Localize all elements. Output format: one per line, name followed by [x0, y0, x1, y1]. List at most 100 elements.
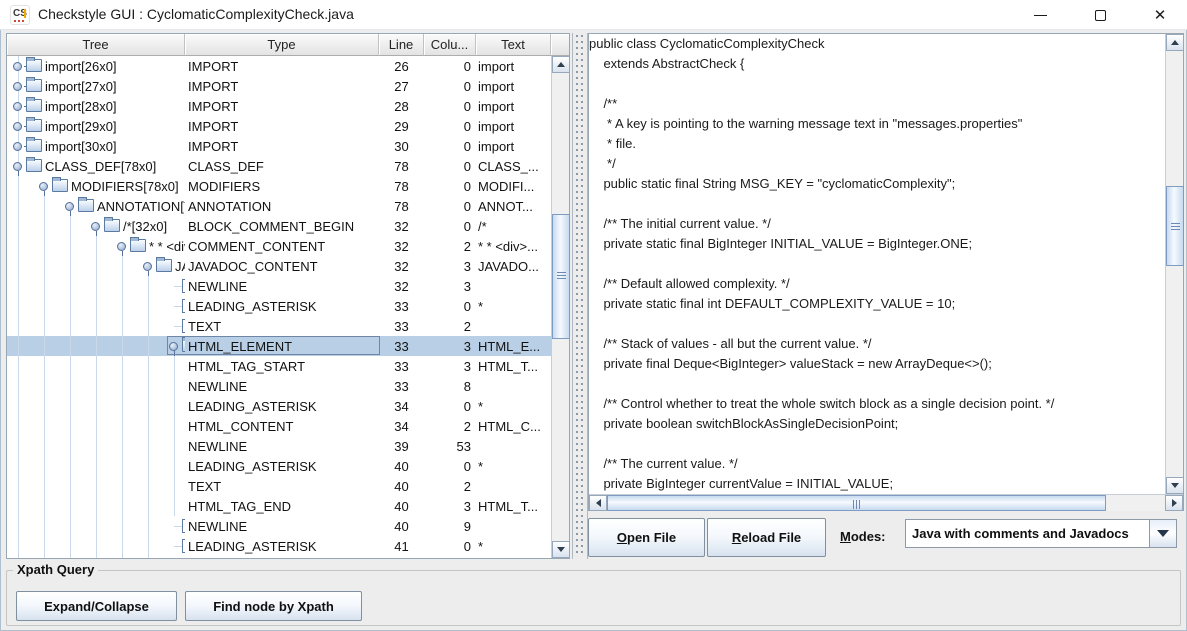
tree-guide-line: [122, 256, 123, 276]
table-row[interactable]: TEXT332: [7, 316, 551, 336]
code-hscrollbar-thumb[interactable]: [607, 495, 1106, 511]
expand-collapse-button[interactable]: Expand/Collapse: [16, 591, 177, 621]
table-row[interactable]: LEADING_ASTERISK410*: [7, 536, 551, 556]
tree-guide-line: [96, 376, 97, 396]
code-vertical-scrollbar[interactable]: [1165, 34, 1183, 494]
tree-expand-handle[interactable]: [13, 82, 22, 91]
table-row[interactable]: NEWLINE338: [7, 376, 551, 396]
arrow-down-icon: [557, 547, 565, 552]
tree-node-label: CLASS_DEF[78x0]: [45, 159, 156, 174]
tree-guide-line: [148, 456, 149, 476]
leaf-node-icon: [182, 279, 185, 293]
tree-scrollbar-thumb[interactable]: [552, 214, 570, 339]
table-row[interactable]: import[28x0]IMPORT280import: [7, 96, 551, 116]
tree-expand-handle[interactable]: [65, 202, 74, 211]
scrollbar-grip: [557, 272, 566, 280]
tree-guide-line: [148, 476, 149, 496]
close-button[interactable]: ✕: [1137, 0, 1183, 30]
column-header-column[interactable]: Colu...: [424, 34, 476, 56]
tree-guide-line: [44, 356, 45, 376]
text-cell: [476, 376, 551, 396]
table-row[interactable]: HTML_TAG_START333HTML_T...: [7, 356, 551, 376]
tree-cell: [7, 556, 185, 558]
table-row[interactable]: NEWLINE323: [7, 276, 551, 296]
tree-expand-handle[interactable]: [13, 142, 22, 151]
table-row[interactable]: HTML_TAG_END403HTML_T...: [7, 496, 551, 516]
table-row[interactable]: LEADING_ASTERISK400*: [7, 456, 551, 476]
column-header-type[interactable]: Type: [185, 34, 379, 56]
tree-node-label: JAVADOC_CONTENT: [175, 259, 185, 274]
code-line: /** Control whether to treat the whole s…: [589, 394, 1165, 414]
line-cell: 27: [379, 76, 424, 96]
code-scrollbar-thumb[interactable]: [1166, 186, 1184, 266]
tree-guide-line: [122, 556, 123, 558]
table-row[interactable]: LEADING_ASTERISK340*: [7, 396, 551, 416]
column-header-line[interactable]: Line: [379, 34, 424, 56]
tree-expand-handle[interactable]: [13, 102, 22, 111]
text-cell: *: [476, 536, 551, 556]
tree-expand-handle[interactable]: [39, 182, 48, 191]
tree-cell: [7, 376, 185, 396]
tree-expand-handle[interactable]: [13, 62, 22, 71]
reload-file-button[interactable]: Reload File: [707, 518, 826, 557]
xpath-query-title: Xpath Query: [13, 562, 98, 577]
table-row[interactable]: /*[32x0]BLOCK_COMMENT_BEGIN320/*: [7, 216, 551, 236]
table-row[interactable]: MODIFIERS[78x0]MODIFIERS780MODIFI...: [7, 176, 551, 196]
tree-scroll-up-button[interactable]: [552, 56, 570, 73]
line-cell: 40: [379, 456, 424, 476]
combobox-dropdown-button[interactable]: [1149, 520, 1176, 547]
tree-guide-line: [148, 336, 149, 356]
column-header-tree[interactable]: Tree: [7, 34, 185, 56]
tree-guide-line: [174, 396, 175, 416]
tree-expand-handle[interactable]: [117, 242, 126, 251]
code-scroll-down-button[interactable]: [1166, 477, 1184, 494]
table-row[interactable]: NEWLINE3953: [7, 436, 551, 456]
maximize-button[interactable]: [1077, 0, 1123, 30]
table-row[interactable]: [7, 556, 551, 558]
code-line: private static final int DEFAULT_COMPLEX…: [589, 294, 1165, 314]
code-scroll-right-button[interactable]: [1165, 495, 1183, 511]
tree-vertical-scrollbar[interactable]: [551, 56, 569, 558]
code-scroll-up-button[interactable]: [1166, 34, 1184, 51]
tree-expand-handle[interactable]: [13, 122, 22, 131]
code-viewer[interactable]: public class CyclomaticComplexityCheck e…: [589, 34, 1165, 494]
minimize-button[interactable]: [1017, 0, 1063, 30]
tree-guide-line: [96, 456, 97, 476]
table-row[interactable]: import[26x0]IMPORT260import: [7, 56, 551, 76]
table-row[interactable]: JAVADOC_CONTENTJAVADOC_CONTENT323JAVADO.…: [7, 256, 551, 276]
table-row[interactable]: CLASS_DEF[78x0]CLASS_DEF780CLASS_...: [7, 156, 551, 176]
leaf-node-icon: [182, 539, 185, 553]
table-row[interactable]: LEADING_ASTERISK330*: [7, 296, 551, 316]
tree-expand-handle[interactable]: [91, 222, 100, 231]
table-row[interactable]: HTML_CONTENT342HTML_C...: [7, 416, 551, 436]
tree-scroll-down-button[interactable]: [552, 541, 570, 558]
table-row[interactable]: import[27x0]IMPORT270import: [7, 76, 551, 96]
text-cell: /*: [476, 216, 551, 236]
split-pane-divider[interactable]: [572, 33, 588, 559]
table-row[interactable]: NEWLINE409: [7, 516, 551, 536]
tree-expand-handle[interactable]: [143, 262, 152, 271]
table-row[interactable]: HTML_ELEMENTHTML_ELEMENT333HTML_E...: [7, 336, 551, 356]
tree-expand-handle[interactable]: [13, 162, 22, 171]
code-horizontal-scrollbar[interactable]: [589, 494, 1183, 511]
code-line: public static final String MSG_KEY = "cy…: [589, 174, 1165, 194]
table-row[interactable]: import[30x0]IMPORT300import: [7, 136, 551, 156]
find-node-by-xpath-button[interactable]: Find node by Xpath: [185, 591, 362, 621]
open-file-button[interactable]: Open File: [588, 518, 705, 557]
tree-cell: [7, 316, 185, 336]
table-row[interactable]: import[29x0]IMPORT290import: [7, 116, 551, 136]
folder-icon: [26, 79, 42, 92]
tree-guide-line: [96, 316, 97, 336]
arrow-up-icon: [1171, 40, 1179, 45]
tree-cell: [7, 296, 185, 316]
code-scroll-left-button[interactable]: [589, 495, 607, 511]
column-cell: 2: [424, 316, 476, 336]
tree-node-label: MODIFIERS[78x0]: [71, 179, 179, 194]
table-row[interactable]: ANNOTATION[78x0]ANNOTATION780ANNOT...: [7, 196, 551, 216]
column-header-text[interactable]: Text: [476, 34, 551, 56]
parse-mode-combobox[interactable]: Java with comments and Javadocs: [905, 519, 1177, 548]
table-row[interactable]: * * <div>...COMMENT_CONTENT322* * <div>.…: [7, 236, 551, 256]
table-row[interactable]: TEXT402: [7, 476, 551, 496]
line-cell: 34: [379, 416, 424, 436]
tree-expand-handle[interactable]: [169, 342, 178, 351]
